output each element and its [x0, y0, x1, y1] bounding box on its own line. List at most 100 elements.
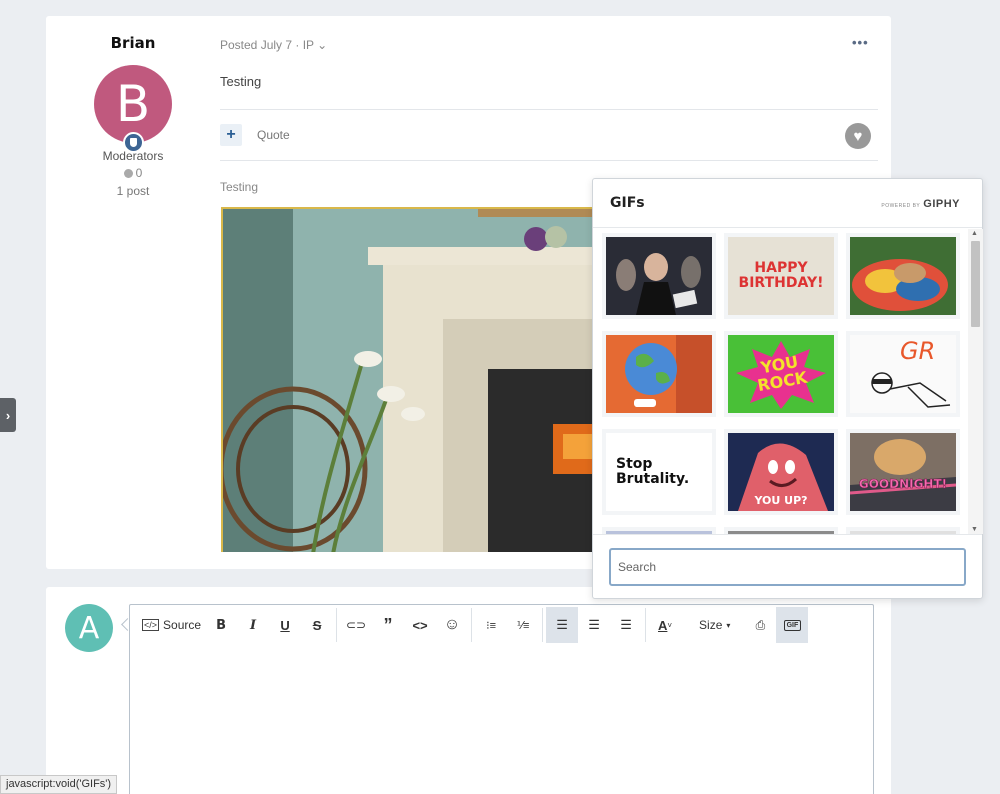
gif-tile[interactable]	[602, 233, 716, 319]
gif-thumbnail	[606, 335, 712, 413]
gif-thumbnail: GR	[850, 335, 956, 413]
toolbar-separator	[645, 608, 647, 642]
gif-tile[interactable]	[724, 527, 838, 534]
gif-icon: GIF	[783, 619, 802, 631]
gif-search-input[interactable]	[609, 548, 966, 586]
reply-avatar-letter: A	[78, 610, 100, 646]
gif-thumbnail	[850, 237, 956, 315]
align-left-icon: ☰	[556, 617, 568, 632]
reply-box: A </> Source B I U S ⊂⊃ ” <> ☺ ⁝≡ ⅟≡ ☰ ☰…	[46, 587, 891, 794]
multiquote-plus-button[interactable]: +	[220, 124, 242, 146]
align-right-icon: ☰	[620, 617, 632, 632]
quote-icon: ”	[383, 614, 393, 635]
toolbar-separator	[336, 608, 338, 642]
code-button[interactable]: <>	[404, 607, 436, 643]
numbered-list-button[interactable]: ⅟≡	[507, 607, 539, 643]
quote-button[interactable]: Quote	[257, 128, 290, 142]
rich-text-editor[interactable]: </> Source B I U S ⊂⊃ ” <> ☺ ⁝≡ ⅟≡ ☰ ☰ ☰…	[129, 604, 874, 794]
giphy-logo: GIPHY	[923, 198, 960, 210]
divider	[220, 160, 878, 161]
quote-insert-button[interactable]: ”	[372, 607, 404, 643]
chevron-down-icon: ˅	[667, 620, 673, 630]
post-image	[221, 207, 601, 552]
source-button[interactable]: </> Source	[138, 607, 205, 643]
gif-tile[interactable]: GOODNIGHT!	[846, 429, 960, 515]
gif-panel-title: GIFs	[610, 195, 645, 211]
gif-tile[interactable]: YOU UP?	[724, 429, 838, 515]
scrollbar-thumb[interactable]	[971, 241, 980, 327]
strikethrough-button[interactable]: S	[301, 607, 333, 643]
status-bar-url: javascript:void('GIFs')	[0, 775, 118, 794]
align-center-icon: ☰	[588, 617, 600, 632]
link-button[interactable]: ⊂⊃	[340, 607, 372, 643]
author-avatar[interactable]: B	[94, 65, 172, 153]
font-size-label: Size	[699, 618, 723, 632]
bold-button[interactable]: B	[205, 607, 237, 643]
font-size-dropdown[interactable]: Size ▾	[695, 607, 734, 643]
gif-thumbnail: YOU ROCK	[728, 335, 834, 413]
giphy-attribution: POWERED BY GIPHY	[881, 198, 960, 210]
post-meta[interactable]: Posted July 7 · IP ⌄	[220, 38, 327, 52]
underline-icon: U	[280, 617, 290, 633]
scroll-down-arrow-icon[interactable]: ▼	[971, 526, 978, 533]
bullet-list-icon: ⁝≡	[486, 619, 496, 632]
gif-image	[606, 237, 712, 315]
editor-toolbar: </> Source B I U S ⊂⊃ ” <> ☺ ⁝≡ ⅟≡ ☰ ☰ ☰…	[130, 605, 873, 645]
link-icon: ⊂⊃	[345, 618, 367, 632]
preview-button[interactable]: ⎙	[744, 607, 776, 643]
scroll-up-arrow-icon[interactable]: ▲	[971, 230, 978, 237]
post-content: Testing	[220, 74, 262, 89]
source-label: Source	[163, 618, 202, 632]
gif-scrollbar[interactable]: ▲ ▼	[968, 229, 983, 534]
fireplace-photo	[223, 209, 601, 552]
align-left-button[interactable]: ☰	[546, 607, 579, 643]
emoji-icon: ☺	[443, 616, 461, 633]
gif-caption: HAPPY BIRTHDAY!	[738, 260, 824, 291]
strikethrough-icon: S	[312, 617, 322, 633]
gif-tile[interactable]	[846, 527, 960, 534]
align-right-button[interactable]: ☰	[610, 607, 642, 643]
gif-tile[interactable]	[846, 233, 960, 319]
emoji-button[interactable]: ☺	[436, 607, 468, 643]
gif-thumbnail	[606, 237, 712, 315]
italic-button[interactable]: I	[237, 607, 269, 643]
chevron-down-icon: ⌄	[317, 38, 328, 52]
current-user-avatar: A	[65, 604, 113, 652]
gif-caption: GR	[900, 337, 936, 365]
heart-icon[interactable]: ♥	[845, 123, 871, 149]
gif-thumbnail: GOODNIGHT!	[850, 433, 956, 511]
gif-tile[interactable]: YOU ROCK	[724, 331, 838, 417]
underline-button[interactable]: U	[269, 607, 301, 643]
gif-tile[interactable]: Stop Brutality.	[602, 429, 716, 515]
text-color-icon: A	[658, 617, 668, 633]
align-center-button[interactable]: ☰	[578, 607, 610, 643]
author-panel: Brian B Moderators 0 1 post	[94, 34, 172, 198]
gif-image	[606, 335, 712, 413]
author-post-count: 1 post	[116, 184, 150, 198]
toolbar-separator	[542, 608, 544, 642]
gif-panel-header: GIFs POWERED BY GIPHY	[593, 179, 982, 228]
sidebar-toggle-handle[interactable]: ›	[0, 398, 16, 432]
post-options-menu-icon[interactable]: •••	[852, 35, 869, 50]
toolbar-separator	[471, 608, 473, 642]
gif-tile[interactable]	[602, 331, 716, 417]
gif-button[interactable]: GIF	[776, 607, 809, 643]
gif-tile[interactable]: GR	[846, 331, 960, 417]
gif-image	[850, 433, 956, 511]
bold-icon: B	[216, 617, 226, 633]
text-color-button[interactable]: A ˅	[649, 607, 681, 643]
gif-thumbnail: YOU UP?	[728, 433, 834, 511]
author-name[interactable]: Brian	[94, 34, 172, 52]
gif-picker-panel: GIFs POWERED BY GIPHY HAPPY BIRTHDAY! YO…	[592, 178, 983, 599]
gif-tile[interactable]	[602, 527, 716, 534]
powered-by-label: POWERED BY	[881, 203, 921, 209]
gif-tile[interactable]: HAPPY BIRTHDAY!	[724, 233, 838, 319]
quoted-text: Testing	[220, 180, 259, 194]
reputation-dot-icon	[123, 168, 133, 178]
bullet-list-button[interactable]: ⁝≡	[475, 607, 507, 643]
gif-thumbnail: HAPPY BIRTHDAY!	[728, 237, 834, 315]
gif-caption: YOU UP?	[754, 494, 808, 508]
moderator-badge-icon	[123, 132, 144, 153]
gif-caption: GOODNIGHT!	[858, 476, 948, 491]
gif-results-grid: HAPPY BIRTHDAY! YOU ROCK GR Stop Brutali…	[593, 229, 968, 534]
